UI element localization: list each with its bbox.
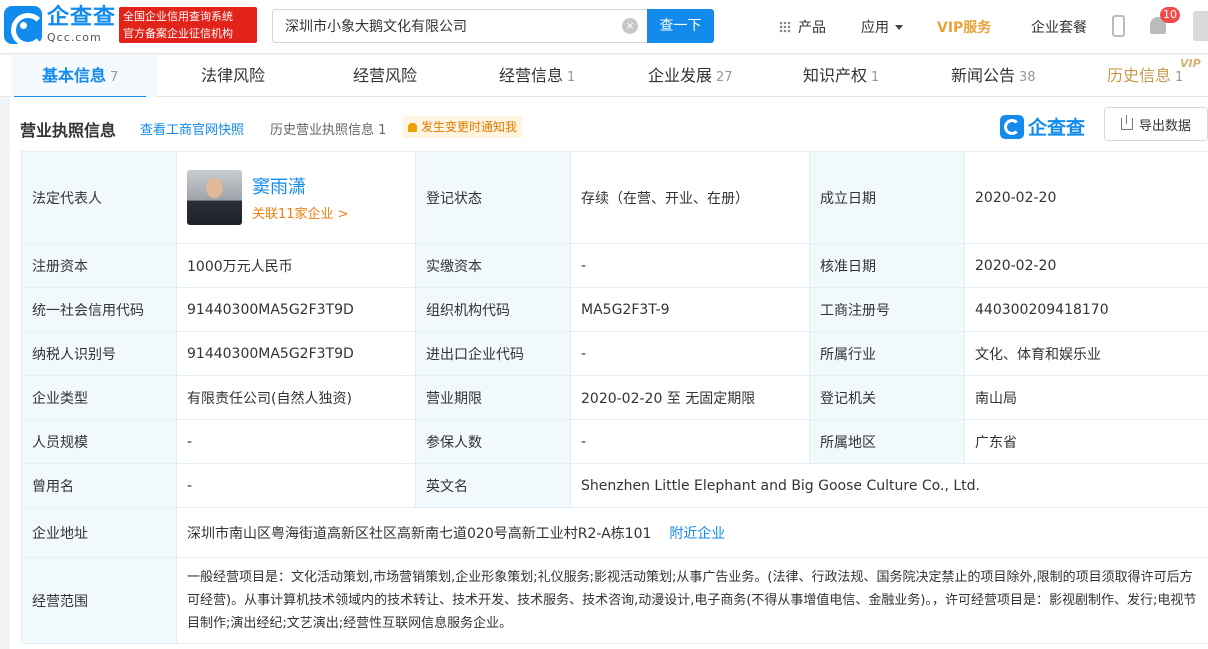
tab-business-info[interactable]: 经营信息 1 [499, 55, 575, 97]
scope-value: 一般经营项目是：文化活动策划,市场营销策划,企业形象策划;礼仪服务;影视活动策划… [176, 557, 1208, 644]
insured-label: 参保人数 [415, 419, 571, 464]
credit-code-label: 统一社会信用代码 [21, 287, 177, 332]
found-date-value: 2020-02-20 [964, 151, 1208, 244]
staff-label: 人员规模 [21, 419, 177, 464]
reg-status-label: 登记状态 [415, 151, 571, 244]
nearby-companies-link[interactable]: 附近企业 [669, 526, 725, 542]
clear-icon[interactable]: × [622, 18, 638, 34]
address-value: 深圳市南山区粤海街道高新区社区高新南七道020号高新工业村R2-A栋101 [187, 525, 652, 542]
credit-code-value: 91440300MA5G2F3T9D [176, 287, 416, 332]
authority-label: 登记机关 [809, 375, 965, 420]
former-name-label: 曾用名 [21, 463, 177, 508]
section-title: 营业执照信息 [20, 121, 117, 140]
table-row: 注册资本 1000万元人民币 实缴资本 - 核准日期 2020-02-20 [21, 243, 1208, 288]
taxpayer-label: 纳税人识别号 [21, 331, 177, 376]
qcc-logo-icon [4, 6, 45, 47]
staff-value: - [176, 419, 416, 464]
legal-rep-avatar[interactable] [187, 170, 242, 225]
term-label: 营业期限 [415, 375, 571, 420]
region-value: 广东省 [964, 419, 1208, 464]
table-row: 企业类型 有限责任公司(自然人独资) 营业期限 2020-02-20 至 无固定… [21, 375, 1208, 420]
site-logo[interactable]: 企查查 Qcc.com [4, 5, 117, 47]
approve-date-value: 2020-02-20 [964, 243, 1208, 288]
qcc-logo-icon [1000, 114, 1024, 139]
tab-development[interactable]: 企业发展 27 [648, 55, 733, 97]
logo-title: 企查查 [47, 5, 117, 30]
biz-reg-no-label: 工商注册号 [809, 287, 965, 332]
notify-change-button[interactable]: 发生变更时通知我 [403, 116, 523, 138]
brand-watermark: 企查查 [1000, 113, 1085, 140]
insured-value: - [570, 419, 810, 464]
vip-tag: VIP [1180, 57, 1201, 70]
table-row: 曾用名 - 英文名 Shenzhen Little Elephant and B… [21, 463, 1208, 508]
nav-apps[interactable]: 应用 [861, 0, 903, 54]
snapshot-link[interactable]: 查看工商官网快照 [140, 119, 244, 138]
table-row: 纳税人识别号 91440300MA5G2F3T9D 进出口企业代码 - 所属行业… [21, 331, 1208, 376]
region-label: 所属地区 [809, 419, 965, 464]
former-name-value: - [176, 463, 416, 508]
nav-enterprise-package[interactable]: 企业套餐 [1031, 0, 1087, 54]
industry-label: 所属行业 [809, 331, 965, 376]
nav-products[interactable]: 产品 [779, 0, 826, 54]
table-row: 企业地址 深圳市南山区粤海街道高新区社区高新南七道020号高新工业村R2-A栋1… [21, 507, 1208, 558]
taxpayer-value: 91440300MA5G2F3T9D [176, 331, 416, 376]
tab-news[interactable]: 新闻公告 38 [951, 55, 1036, 97]
chevron-down-icon [895, 24, 903, 30]
search-button[interactable]: 查一下 [647, 9, 714, 43]
reg-status-value: 存续（在营、开业、在册） [570, 151, 810, 244]
legal-rep-name-link[interactable]: 窦雨潇 [252, 173, 349, 199]
biz-reg-no-value: 440300209418170 [964, 287, 1208, 332]
term-value: 2020-02-20 至 无固定期限 [570, 375, 810, 420]
avatar[interactable] [1193, 11, 1208, 41]
type-label: 企业类型 [21, 375, 177, 420]
export-data-button[interactable]: 导出数据 [1104, 107, 1208, 141]
grid-icon [779, 21, 791, 33]
address-cell: 深圳市南山区粤海街道高新区社区高新南七道020号高新工业村R2-A栋101 附近企… [176, 507, 1208, 558]
bell-icon [408, 123, 417, 132]
authority-value: 南山局 [964, 375, 1208, 420]
scope-label: 经营范围 [21, 557, 177, 644]
address-label: 企业地址 [21, 507, 177, 558]
legal-rep-label: 法定代表人 [21, 151, 177, 244]
table-row: 人员规模 - 参保人数 - 所属地区 广东省 [21, 419, 1208, 464]
tab-ip[interactable]: 知识产权 1 [803, 55, 879, 97]
search-input[interactable] [273, 10, 613, 42]
logo-domain: Qcc.com [47, 31, 102, 44]
tab-history[interactable]: 历史信息 1 [1107, 55, 1183, 97]
main-tabs: 基本信息 7 法律风险 经营风险 经营信息 1 企业发展 27 知识产权 1 新闻公告 3… [0, 55, 1208, 98]
import-code-value: - [570, 331, 810, 376]
table-row: 经营范围 一般经营项目是：文化活动策划,市场营销策划,企业形象策划;礼仪服务;影… [21, 557, 1208, 644]
table-row: 法定代表人 窦雨潇 关联11家企业 > 登记状态 存续（在营、开业、在册） 成立… [21, 151, 1208, 244]
nav-vip-service[interactable]: VIP服务 [937, 0, 991, 54]
tab-business-risk[interactable]: 经营风险 [353, 55, 421, 97]
en-name-label: 英文名 [415, 463, 571, 508]
tab-basic-info[interactable]: 基本信息 7 [13, 55, 147, 98]
org-code-label: 组织机构代码 [415, 287, 571, 332]
license-info-table: 法定代表人 窦雨潇 关联11家企业 > 登记状态 存续（在营、开业、在册） 成立… [21, 151, 1208, 644]
top-header: 企查查 Qcc.com 全国企业信用查询系统 官方备案企业征信机构 × 查一下 … [0, 0, 1208, 54]
phone-icon[interactable] [1112, 15, 1125, 37]
legal-rep-cell: 窦雨潇 关联11家企业 > [176, 151, 416, 244]
reg-capital-label: 注册资本 [21, 243, 177, 288]
related-companies-link[interactable]: 关联11家企业 > [252, 203, 349, 222]
approve-date-label: 核准日期 [809, 243, 965, 288]
section-header: 营业执照信息 查看工商官网快照 历史营业执照信息 1 发生变更时通知我 企查查 … [10, 97, 1208, 151]
table-row: 统一社会信用代码 91440300MA5G2F3T9D 组织机构代码 MA5G2… [21, 287, 1208, 332]
history-license-link[interactable]: 历史营业执照信息 1 [270, 119, 386, 138]
found-date-label: 成立日期 [809, 151, 965, 244]
tab-legal-risk[interactable]: 法律风险 [201, 55, 269, 97]
import-code-label: 进出口企业代码 [415, 331, 571, 376]
en-name-value: Shenzhen Little Elephant and Big Goose C… [570, 463, 1208, 508]
business-license-card: 营业执照信息 查看工商官网快照 历史营业执照信息 1 发生变更时通知我 企查查 … [10, 97, 1208, 649]
type-value: 有限责任公司(自然人独资) [176, 375, 416, 420]
industry-value: 文化、体育和娱乐业 [964, 331, 1208, 376]
paid-capital-label: 实缴资本 [415, 243, 571, 288]
download-icon [1120, 115, 1133, 130]
notification-badge: 10 [1160, 7, 1180, 23]
slogan-badge: 全国企业信用查询系统 官方备案企业征信机构 [119, 7, 257, 43]
org-code-value: MA5G2F3T-9 [570, 287, 810, 332]
reg-capital-value: 1000万元人民币 [176, 243, 416, 288]
paid-capital-value: - [570, 243, 810, 288]
search-box: × [272, 9, 648, 43]
